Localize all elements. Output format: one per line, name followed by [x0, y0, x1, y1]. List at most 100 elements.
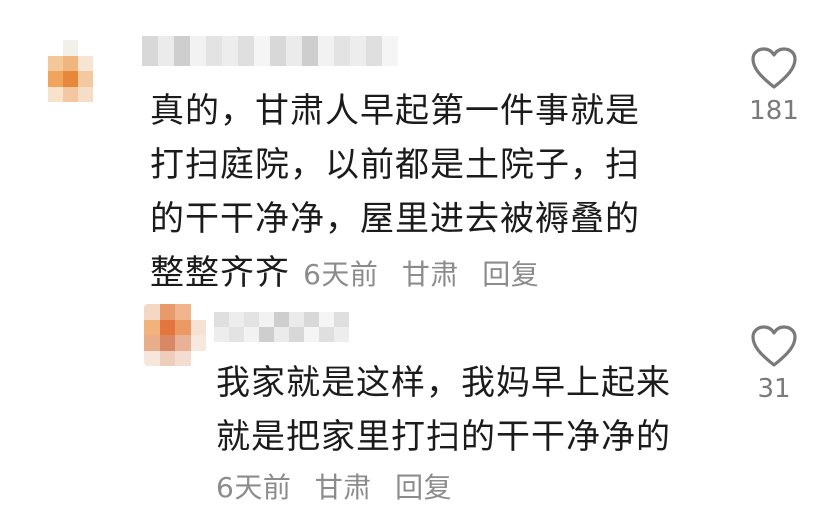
mosaic-cell: [350, 51, 366, 66]
mosaic-cell: [319, 312, 334, 327]
mosaic-cell: [159, 304, 175, 320]
mosaic-cell: [175, 319, 191, 335]
mosaic-cell: [63, 55, 78, 71]
mosaic-cell: [214, 312, 229, 327]
mosaic-cell: [78, 40, 93, 56]
mosaic-cell: [48, 86, 63, 102]
mosaic-cell: [382, 36, 398, 51]
mosaic-cell: [174, 36, 190, 51]
mosaic-cell: [190, 319, 206, 335]
mosaic-cell: [214, 327, 229, 342]
mosaic-cell: [259, 312, 274, 327]
mosaic-cell: [222, 51, 238, 66]
mosaic-cell: [190, 335, 206, 351]
comment-meta: 6天前 甘肃 回复: [216, 466, 716, 506]
mosaic-cell: [78, 55, 93, 71]
like-control[interactable]: 181: [744, 46, 804, 126]
mosaic-cell: [382, 51, 398, 66]
reply-button[interactable]: 回复: [395, 471, 452, 504]
mosaic-cell: [190, 350, 206, 366]
mosaic-cell: [238, 36, 254, 51]
timestamp: 6天前: [303, 258, 379, 291]
mosaic-cell: [318, 51, 334, 66]
mosaic-cell: [93, 55, 108, 71]
location: 甘肃: [314, 471, 372, 504]
comment-body: 真的，甘肃人早起第一件事就是 打扫庭院，以前都是土院子，扫 的干干净净，屋里进去…: [150, 84, 690, 300]
mosaic-cell: [63, 86, 78, 102]
mosaic-cell: [159, 319, 175, 335]
comment-line: 真的，甘肃人早起第一件事就是: [150, 91, 640, 131]
mosaic-cell: [259, 327, 274, 342]
mosaic-cell: [229, 327, 244, 342]
mosaic-cell: [304, 327, 319, 342]
mosaic-cell: [48, 55, 63, 71]
mosaic-cell: [366, 36, 382, 51]
mosaic-cell: [48, 40, 63, 56]
heart-outline-icon[interactable]: [744, 324, 804, 368]
mosaic-cell: [366, 51, 382, 66]
mosaic-cell: [48, 71, 63, 87]
mosaic-cell: [144, 319, 160, 335]
mosaic-cell: [93, 86, 108, 102]
mosaic-cell: [286, 51, 302, 66]
mosaic-cell: [289, 312, 304, 327]
like-control[interactable]: 31: [744, 324, 804, 404]
mosaic-cell: [206, 51, 222, 66]
mosaic-cell: [238, 51, 254, 66]
mosaic-cell: [350, 36, 366, 51]
mosaic-cell: [158, 51, 174, 66]
mosaic-cell: [254, 36, 270, 51]
mosaic-cell: [334, 36, 350, 51]
mosaic-cell: [274, 312, 289, 327]
like-count: 181: [749, 96, 799, 126]
mosaic-cell: [78, 86, 93, 102]
mosaic-cell: [93, 71, 108, 87]
mosaic-cell: [302, 36, 318, 51]
mosaic-cell: [270, 36, 286, 51]
comment-line: 的干干净净，屋里进去被褥叠的: [150, 199, 640, 239]
mosaic-cell: [190, 304, 206, 320]
mosaic-cell: [206, 36, 222, 51]
avatar[interactable]: [144, 304, 206, 366]
mosaic-cell: [190, 36, 206, 51]
mosaic-cell: [334, 312, 349, 327]
mosaic-cell: [286, 36, 302, 51]
mosaic-cell: [142, 51, 158, 66]
mosaic-cell: [159, 335, 175, 351]
comment-line: 我家就是这样，我妈早上起来: [216, 363, 671, 403]
mosaic-cell: [159, 350, 175, 366]
username-blurred[interactable]: [142, 36, 400, 66]
mosaic-cell: [78, 71, 93, 87]
mosaic-cell: [229, 312, 244, 327]
mosaic-cell: [174, 51, 190, 66]
mosaic-cell: [144, 304, 160, 320]
mosaic-cell: [222, 36, 238, 51]
mosaic-cell: [175, 350, 191, 366]
mosaic-cell: [244, 327, 259, 342]
like-count: 31: [757, 374, 791, 404]
mosaic-cell: [93, 40, 108, 56]
comment-body: 我家就是这样，我妈早上起来 就是把家里打扫的干干净净的 6天前 甘肃 回复: [216, 356, 716, 506]
mosaic-cell: [334, 327, 349, 342]
mosaic-cell: [63, 71, 78, 87]
mosaic-cell: [144, 335, 160, 351]
mosaic-cell: [158, 36, 174, 51]
mosaic-cell: [274, 327, 289, 342]
avatar[interactable]: [48, 40, 108, 102]
timestamp: 6天前: [216, 471, 292, 504]
mosaic-cell: [63, 40, 78, 56]
comment-line: 打扫庭院，以前都是土院子，扫: [150, 145, 640, 185]
location: 甘肃: [401, 258, 459, 291]
mosaic-cell: [319, 327, 334, 342]
username-blurred[interactable]: [214, 312, 349, 342]
mosaic-cell: [334, 51, 350, 66]
mosaic-cell: [302, 51, 318, 66]
mosaic-cell: [175, 304, 191, 320]
reply-button[interactable]: 回复: [482, 258, 539, 291]
mosaic-cell: [304, 312, 319, 327]
mosaic-cell: [142, 36, 158, 51]
mosaic-cell: [190, 51, 206, 66]
mosaic-cell: [318, 36, 334, 51]
heart-outline-icon[interactable]: [744, 46, 804, 90]
mosaic-cell: [244, 312, 259, 327]
